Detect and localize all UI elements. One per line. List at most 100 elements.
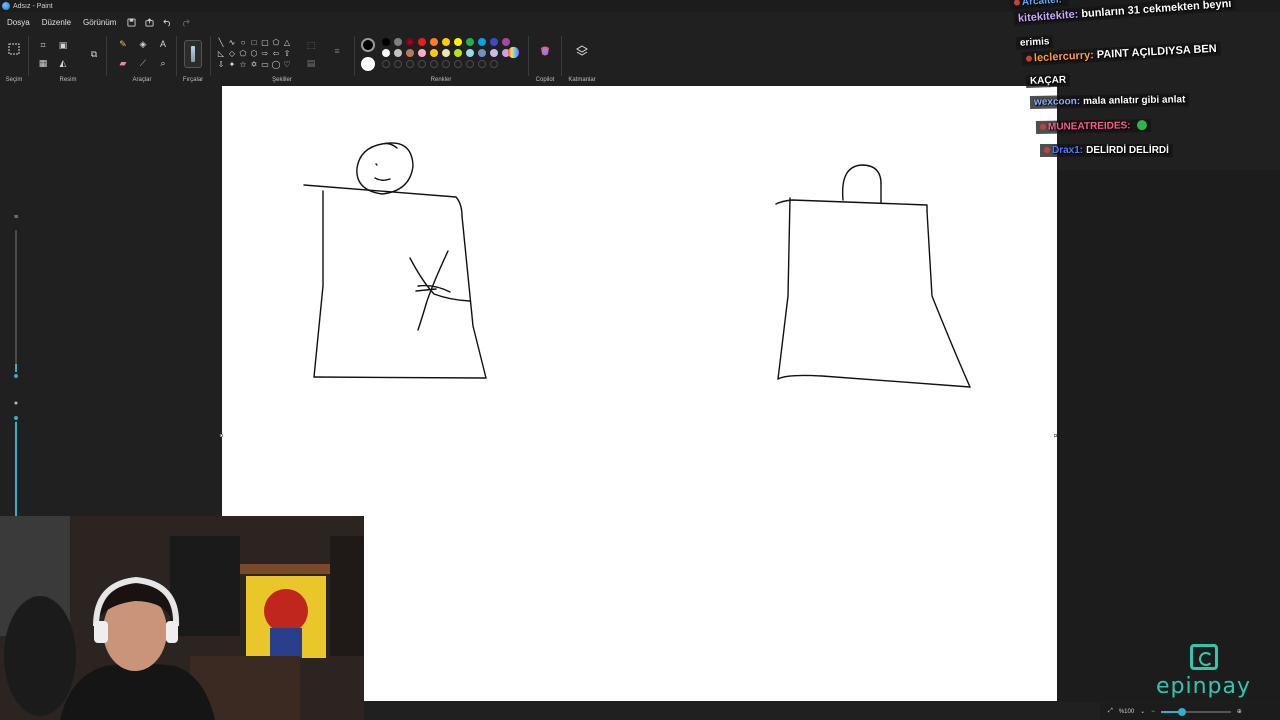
- palette-color-swatch[interactable]: [418, 38, 426, 46]
- palette-color-swatch[interactable]: [382, 49, 390, 57]
- copilot-icon[interactable]: [538, 44, 552, 58]
- palette-color-swatch[interactable]: [490, 49, 498, 57]
- shape-size-icon[interactable]: ≡: [330, 44, 344, 58]
- redo-icon[interactable]: [177, 14, 193, 30]
- custom-color-slot[interactable]: [382, 60, 390, 68]
- palette-color-swatch[interactable]: [406, 49, 414, 57]
- save-icon[interactable]: [123, 14, 139, 30]
- secondary-color-swatch[interactable]: [361, 57, 375, 71]
- zoom-slider[interactable]: [1160, 707, 1231, 716]
- group-colors: Renkler: [356, 32, 526, 84]
- callout-rect-shape-icon[interactable]: ▭: [260, 59, 270, 69]
- share-icon[interactable]: [141, 14, 157, 30]
- palette-color-swatch[interactable]: [466, 49, 474, 57]
- undo-icon[interactable]: [159, 14, 175, 30]
- palette-color-swatch[interactable]: [430, 38, 438, 46]
- down-arrow-shape-icon[interactable]: ⇩: [216, 59, 226, 69]
- custom-color-slot[interactable]: [442, 60, 450, 68]
- heart-shape-icon[interactable]: ♡: [282, 59, 292, 69]
- palette-color-swatch[interactable]: [478, 38, 486, 46]
- custom-color-slot[interactable]: [490, 60, 498, 68]
- palette-color-swatch[interactable]: [430, 49, 438, 57]
- brush-size-slider[interactable]: ≡: [10, 214, 22, 384]
- canvas-resize-handle-left[interactable]: [220, 434, 223, 437]
- ribbon-separator: [28, 36, 29, 76]
- left-arrow-shape-icon[interactable]: ⇦: [271, 48, 281, 58]
- diamond-shape-icon[interactable]: ◇: [227, 48, 237, 58]
- rotate-icon[interactable]: ◭: [56, 56, 70, 70]
- palette-color-swatch[interactable]: [490, 38, 498, 46]
- zoom-slider-knob[interactable]: [1177, 707, 1186, 716]
- palette-color-swatch[interactable]: [454, 49, 462, 57]
- custom-color-slot[interactable]: [418, 60, 426, 68]
- zoom-level[interactable]: %100: [1119, 709, 1134, 715]
- palette-color-swatch[interactable]: [442, 49, 450, 57]
- four-point-star-shape-icon[interactable]: ✦: [227, 59, 237, 69]
- line-shape-icon[interactable]: ╲: [216, 37, 226, 47]
- triangle-shape-icon[interactable]: △: [282, 37, 292, 47]
- crop-icon[interactable]: ⌗: [36, 38, 50, 52]
- fit-to-window-icon[interactable]: ⤢: [1108, 708, 1113, 715]
- select-rectangle-icon[interactable]: [7, 42, 21, 56]
- chat-message-5: MUNEATREIDES:: [1035, 119, 1151, 134]
- palette-color-swatch[interactable]: [478, 49, 486, 57]
- text-tool-icon[interactable]: A: [156, 37, 170, 51]
- rectangle-shape-icon[interactable]: □: [249, 37, 259, 47]
- group-selection: Seçim: [0, 32, 28, 84]
- zoom-out-icon[interactable]: −: [1151, 709, 1155, 715]
- pentagon-shape-icon[interactable]: ⬠: [238, 48, 248, 58]
- right-triangle-shape-icon[interactable]: ◺: [216, 48, 226, 58]
- remove-background-icon[interactable]: ▦: [36, 56, 50, 70]
- shape-fill-icon[interactable]: ▤: [304, 56, 318, 70]
- palette-color-swatch[interactable]: [418, 49, 426, 57]
- palette-color-swatch[interactable]: [394, 49, 402, 57]
- six-point-star-shape-icon[interactable]: ✡: [249, 59, 259, 69]
- magnifier-icon[interactable]: ⌕: [156, 56, 170, 70]
- hexagon-shape-icon[interactable]: ⬡: [249, 48, 259, 58]
- polygon-shape-icon[interactable]: ⬠: [271, 37, 281, 47]
- layers-icon[interactable]: [575, 44, 589, 58]
- custom-color-slot[interactable]: [478, 60, 486, 68]
- chevron-down-icon[interactable]: ⌄: [1140, 708, 1145, 715]
- callout-oval-shape-icon[interactable]: ◯: [271, 59, 281, 69]
- menu-file[interactable]: Dosya: [2, 15, 35, 30]
- palette-color-swatch[interactable]: [454, 38, 462, 46]
- custom-color-slot[interactable]: [430, 60, 438, 68]
- zoom-in-icon[interactable]: ⊕: [1237, 708, 1242, 715]
- opacity-slider[interactable]: ●: [10, 400, 22, 516]
- menu-view[interactable]: Görünüm: [78, 15, 121, 30]
- custom-color-slot[interactable]: [406, 60, 414, 68]
- right-arrow-shape-icon[interactable]: ⇨: [260, 48, 270, 58]
- oval-shape-icon[interactable]: ○: [238, 37, 248, 47]
- menu-edit[interactable]: Düzenle: [37, 15, 76, 30]
- up-arrow-shape-icon[interactable]: ⇧: [282, 48, 292, 58]
- palette-color-swatch[interactable]: [382, 38, 390, 46]
- custom-color-slot[interactable]: [454, 60, 462, 68]
- webcam-overlay: [0, 516, 364, 720]
- eraser-icon[interactable]: ▰: [116, 56, 130, 70]
- five-point-star-shape-icon[interactable]: ☆: [238, 59, 248, 69]
- image-select-icon[interactable]: ⧉: [86, 46, 102, 62]
- fill-bucket-icon[interactable]: ◈: [136, 37, 150, 51]
- resize-icon[interactable]: ▣: [56, 38, 70, 52]
- palette-color-swatch[interactable]: [442, 38, 450, 46]
- color-picker-icon[interactable]: ⟋: [136, 56, 150, 70]
- rounded-rectangle-shape-icon[interactable]: ▢: [260, 37, 270, 47]
- palette-color-swatch[interactable]: [394, 38, 402, 46]
- user-badge-icon: [1044, 147, 1050, 154]
- group-label-tools: Araçlar: [132, 77, 152, 83]
- edit-colors-icon[interactable]: [506, 45, 520, 59]
- opacity-slider-knob[interactable]: [12, 414, 20, 422]
- ribbon-separator: [354, 36, 355, 76]
- custom-color-slot[interactable]: [466, 60, 474, 68]
- chat-username: Drax1:: [1052, 145, 1084, 156]
- shape-outline-icon[interactable]: ⬚: [304, 38, 318, 52]
- primary-color-swatch[interactable]: [361, 38, 375, 52]
- custom-color-slot[interactable]: [394, 60, 402, 68]
- pencil-icon[interactable]: ✎: [116, 37, 130, 51]
- curve-shape-icon[interactable]: ∿: [227, 37, 237, 47]
- paint-app-icon: [2, 2, 10, 10]
- palette-color-swatch[interactable]: [406, 38, 414, 46]
- palette-color-swatch[interactable]: [466, 38, 474, 46]
- size-slider-knob[interactable]: [12, 372, 20, 380]
